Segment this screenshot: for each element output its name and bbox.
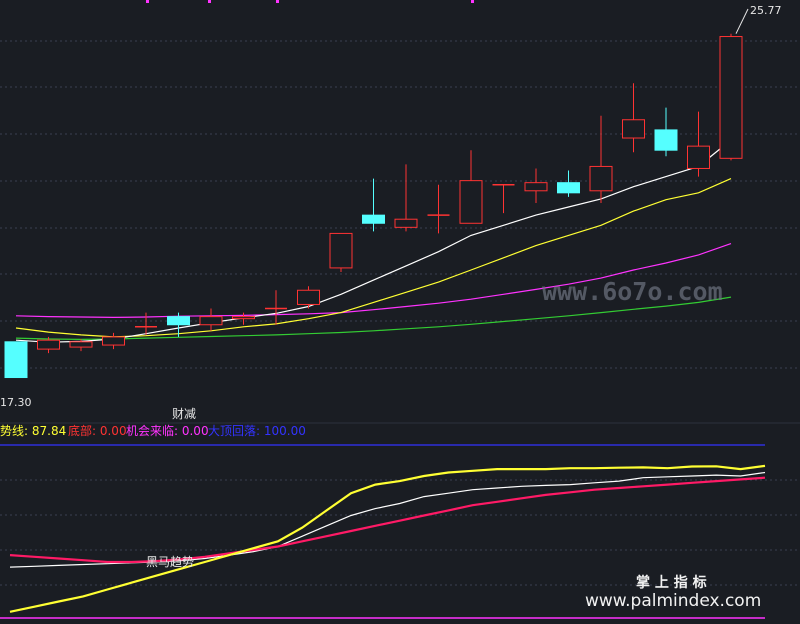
low-price-label: 17.30 bbox=[0, 396, 32, 409]
candle-15 bbox=[492, 183, 515, 214]
top-marker-0 bbox=[146, 0, 149, 3]
indicator-legend: 势线: 87.84 底部: 0.00 机会来临: 0.00 大顶回落: 100.00 bbox=[0, 423, 306, 438]
candle-6 bbox=[199, 308, 223, 331]
candle-14 bbox=[459, 150, 483, 224]
candle-16 bbox=[524, 168, 548, 203]
candle-body bbox=[37, 339, 60, 350]
candle-body bbox=[297, 289, 320, 305]
candle-body bbox=[557, 182, 580, 194]
high-marker-line bbox=[735, 8, 749, 34]
candle-4 bbox=[135, 312, 157, 335]
candle-7 bbox=[232, 312, 255, 325]
candle-21 bbox=[687, 111, 710, 177]
legend-item-0: 势线: 87.84 bbox=[0, 424, 66, 438]
chart-stage: 25.77 17.30 财减 黑马趋势 势线: 87.84 底部: 0.00 机会来… bbox=[0, 0, 800, 624]
legend-item-1: 底部: 0.00 bbox=[68, 423, 127, 438]
ma-short-line bbox=[15, 139, 732, 343]
candle-body bbox=[524, 182, 548, 192]
candle-body bbox=[687, 145, 710, 169]
candle-body bbox=[69, 341, 93, 348]
candle-18 bbox=[589, 115, 613, 203]
watermark-site1: www.6o7o.com bbox=[542, 277, 723, 306]
candle-body bbox=[394, 218, 418, 228]
candle-body bbox=[167, 316, 190, 326]
candle-12 bbox=[394, 164, 418, 232]
stock-chart[interactable]: 25.77 17.30 财减 黑马趋势 势线: 87.84 底部: 0.00 机会来… bbox=[0, 0, 800, 624]
candle-body bbox=[329, 232, 353, 269]
candle-body bbox=[589, 165, 613, 192]
top-marker-2 bbox=[276, 0, 279, 3]
watermark-site2: www.palmindex.com bbox=[585, 591, 761, 611]
high-price-label: 25.77 bbox=[750, 4, 782, 17]
candle-body bbox=[4, 341, 28, 379]
signal-label: 财减 bbox=[172, 407, 196, 421]
candle-8 bbox=[265, 290, 287, 325]
candle-body bbox=[719, 36, 743, 159]
candle-3 bbox=[102, 332, 125, 350]
candlestick-series bbox=[4, 8, 749, 379]
top-marker-1 bbox=[208, 0, 211, 3]
candle-17 bbox=[557, 170, 580, 197]
candle-body bbox=[362, 214, 385, 224]
candle-11 bbox=[362, 178, 385, 232]
moving-averages bbox=[15, 139, 732, 343]
candle-body bbox=[232, 316, 255, 320]
trend-label: 黑马趋势 bbox=[146, 555, 194, 569]
candle-body bbox=[654, 129, 678, 151]
trend-pink-line bbox=[9, 476, 766, 564]
candle-0 bbox=[4, 341, 28, 379]
legend-item-3: 大顶回落: 100.00 bbox=[208, 424, 306, 438]
candle-body bbox=[102, 336, 125, 346]
candle-body bbox=[622, 119, 645, 139]
candle-body bbox=[459, 180, 483, 224]
candle-9 bbox=[297, 286, 320, 309]
legend-item-2: 机会来临: 0.00 bbox=[126, 424, 209, 438]
candle-13 bbox=[427, 184, 450, 234]
top-marker-3 bbox=[471, 0, 474, 3]
candle-20 bbox=[654, 107, 678, 157]
candle-22 bbox=[719, 33, 743, 161]
watermark-brand-cn: 掌 上 指 标 bbox=[636, 574, 707, 591]
candle-body bbox=[199, 316, 223, 326]
candle-10 bbox=[329, 232, 353, 272]
watermark-group: www.6o7o.com 掌 上 指 标 www.palmindex.com bbox=[542, 277, 761, 611]
candle-19 bbox=[622, 83, 645, 153]
